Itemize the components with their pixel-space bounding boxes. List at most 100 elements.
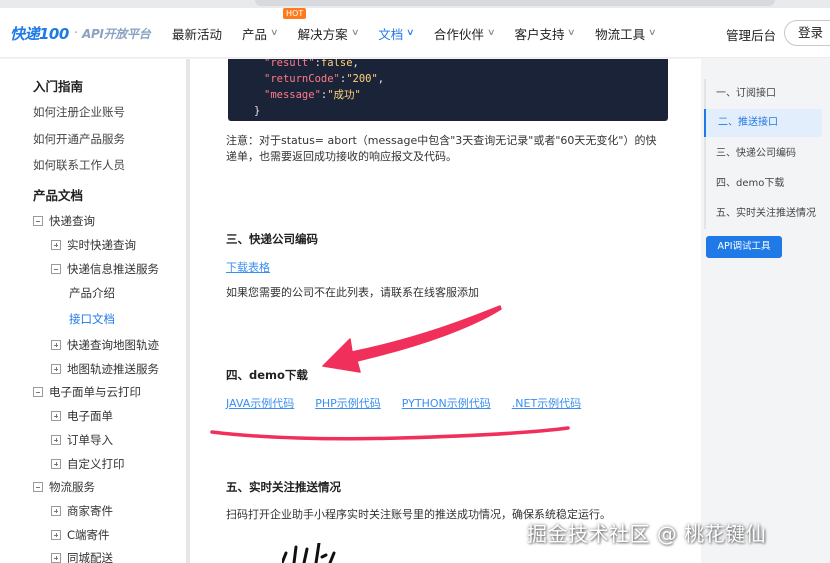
logo-separator: ·	[73, 25, 78, 41]
tree-label: 物流服务	[49, 480, 95, 494]
doc-sidebar: 入门指南 如何注册企业账号 如何开通产品服务 如何联系工作人员 产品文档 快递查…	[0, 59, 188, 563]
chevron-down-icon: ∨	[350, 28, 360, 38]
code-line: "message":"成功"	[264, 89, 361, 101]
toc-item-push[interactable]: 二、推送接口	[704, 109, 822, 137]
expand-icon[interactable]	[51, 506, 61, 516]
nav-docs[interactable]: 文档 ∨	[378, 24, 415, 43]
top-navbar: 快递100 · API开放平台 最新活动 HOT 产品 ∨ 解决方案 ∨ 文档 …	[0, 7, 830, 58]
sidebar-link-contact[interactable]: 如何联系工作人员	[33, 157, 125, 173]
expand-icon[interactable]	[51, 435, 61, 445]
section-title-demo: 四、demo下载	[226, 368, 308, 382]
doc-content: "result":false, "returnCode":"200", "mes…	[190, 59, 701, 563]
nav-products[interactable]: HOT 产品 ∨	[242, 7, 307, 43]
sidebar-link-register[interactable]: 如何注册企业账号	[33, 104, 125, 120]
expand-icon[interactable]	[51, 411, 61, 421]
nav-label: 客户支持	[514, 26, 565, 42]
toc-item-demo[interactable]: 四、demo下载	[710, 170, 828, 198]
collapse-icon[interactable]	[33, 216, 43, 226]
toc-item-subscribe[interactable]: 一、订阅接口	[710, 80, 828, 108]
tree-express-query[interactable]: 快递查询	[33, 213, 95, 229]
toc-track	[704, 79, 706, 229]
main-nav: 最新活动 HOT 产品 ∨ 解决方案 ∨ 文档 ∨ 合作伙伴 ∨ 客户支持 ∨ …	[172, 7, 676, 58]
python-demo-link[interactable]: PYTHON示例代码	[402, 395, 491, 411]
code-line: "returnCode":"200",	[264, 73, 385, 85]
tree-map-track[interactable]: 快递查询地图轨迹	[51, 337, 159, 353]
tree-product-intro[interactable]: 产品介绍	[69, 285, 115, 301]
expand-icon[interactable]	[51, 364, 61, 374]
tree-label: 商家寄件	[67, 504, 113, 518]
tree-realtime-query[interactable]: 实时快递查询	[51, 237, 136, 253]
chevron-down-icon: ∨	[567, 28, 577, 38]
tree-label: 快递查询	[49, 214, 95, 228]
nav-label: 文档	[378, 26, 404, 42]
tree-custom-print[interactable]: 自定义打印	[51, 456, 125, 472]
watermark: 掘金技术社区 @ 桃花键仙	[527, 522, 767, 546]
nav-solutions[interactable]: 解决方案 ∨	[297, 24, 360, 43]
tree-order-import[interactable]: 订单导入	[51, 432, 113, 448]
nav-label: 解决方案	[297, 26, 348, 42]
admin-link[interactable]: 管理后台	[726, 25, 776, 44]
collapse-icon[interactable]	[33, 387, 43, 397]
tree-label: 自定义打印	[67, 457, 125, 471]
nav-label: 产品	[242, 26, 268, 42]
logo-brand: 快递100	[10, 24, 69, 43]
nav-label: 最新活动	[172, 26, 223, 42]
company-code-text: 如果您需要的公司不在此列表，请联系在线客服添加	[226, 286, 479, 299]
php-demo-link[interactable]: PHP示例代码	[315, 395, 381, 411]
nav-support[interactable]: 客户支持 ∨	[514, 24, 577, 43]
tree-eorder[interactable]: 电子面单	[51, 408, 113, 424]
chevron-down-icon: ∨	[648, 28, 657, 38]
nav-label: 物流工具	[595, 26, 646, 42]
code-line: }	[254, 105, 261, 117]
download-table-link[interactable]: 下载表格	[226, 259, 270, 275]
nav-logistics-tools[interactable]: 物流工具 ∨	[595, 24, 657, 43]
tree-label: 快递查询地图轨迹	[67, 338, 159, 352]
code-line: "result":false,	[264, 59, 359, 69]
qr-code-image-partial	[282, 543, 336, 563]
tree-logistics[interactable]: 物流服务	[33, 479, 95, 495]
dotnet-demo-link[interactable]: .NET示例代码	[512, 395, 581, 411]
tree-eorder-cloud[interactable]: 电子面单与云打印	[33, 384, 141, 400]
tree-api-doc[interactable]: 接口文档	[69, 311, 115, 327]
sidebar-link-open-service[interactable]: 如何开通产品服务	[33, 131, 125, 147]
nav-partners[interactable]: 合作伙伴 ∨	[433, 24, 496, 43]
demo-links: JAVA示例代码 PHP示例代码 PYTHON示例代码 .NET示例代码	[226, 395, 602, 411]
tree-push-service[interactable]: 快递信息推送服务	[51, 261, 159, 277]
nav-latest-activity[interactable]: 最新活动	[172, 24, 222, 43]
tree-label: C端寄件	[67, 528, 110, 542]
note-text: 注意：对于status= abort（message中包含"3天查询无记录"或者…	[226, 134, 657, 163]
site-logo[interactable]: 快递100 · API开放平台	[10, 22, 151, 44]
browser-top-stripe	[0, 0, 830, 8]
tree-map-push[interactable]: 地图轨迹推送服务	[51, 361, 159, 377]
tree-label: 电子面单与云打印	[49, 385, 141, 399]
nav-label: 合作伙伴	[433, 26, 484, 42]
code-block: "result":false, "returnCode":"200", "mes…	[228, 59, 668, 121]
expand-icon[interactable]	[51, 530, 61, 540]
collapse-icon[interactable]	[51, 264, 61, 274]
sidebar-section-docs: 产品文档	[33, 188, 84, 203]
tree-same-city[interactable]: 同城配送	[51, 550, 113, 563]
expand-icon[interactable]	[51, 240, 61, 250]
expand-icon[interactable]	[51, 553, 61, 563]
collapse-icon[interactable]	[33, 482, 43, 492]
section-title-push-monitor: 五、实时关注推送情况	[226, 480, 341, 494]
tree-label: 地图轨迹推送服务	[67, 362, 159, 376]
tree-label: 电子面单	[67, 409, 113, 423]
toc-item-company-code[interactable]: 三、快递公司编码	[710, 140, 828, 168]
api-debug-button[interactable]: API调试工具	[706, 236, 782, 258]
hot-badge: HOT	[283, 7, 307, 19]
browser-scroll-pill	[255, 0, 775, 6]
logo-subtitle: API开放平台	[81, 26, 151, 41]
java-demo-link[interactable]: JAVA示例代码	[226, 395, 294, 411]
tree-label: 订单导入	[67, 433, 113, 447]
tree-label: 实时快递查询	[67, 238, 136, 252]
expand-icon[interactable]	[51, 340, 61, 350]
toc-item-push-monitor[interactable]: 五、实时关注推送情况	[710, 200, 828, 228]
chevron-down-icon: ∨	[270, 28, 279, 38]
chevron-down-icon: ∨	[406, 28, 415, 38]
expand-icon[interactable]	[51, 459, 61, 469]
login-button[interactable]: 登录	[784, 20, 830, 46]
chevron-down-icon: ∨	[486, 28, 496, 38]
tree-merchant-send[interactable]: 商家寄件	[51, 503, 113, 519]
tree-c-send[interactable]: C端寄件	[51, 527, 110, 543]
